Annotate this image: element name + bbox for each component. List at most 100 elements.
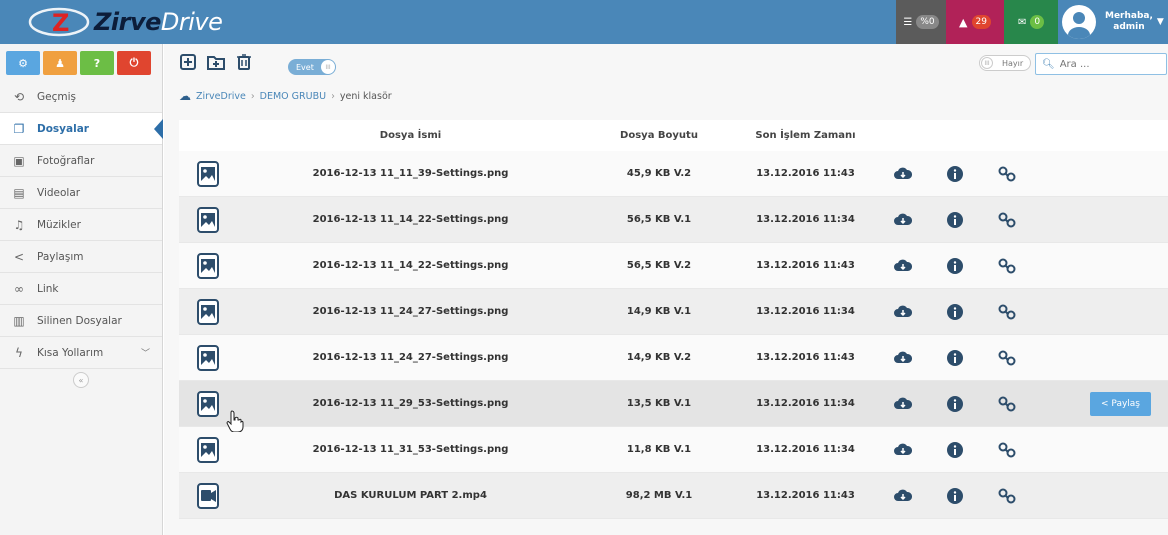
download-button[interactable]: [877, 212, 929, 228]
user-greeting: Merhaba, admin: [1105, 11, 1153, 32]
download-button[interactable]: [877, 304, 929, 320]
sidebar-item-trash[interactable]: ▥ Silinen Dosyalar: [0, 305, 162, 337]
link-button[interactable]: [981, 488, 1033, 504]
messages-badge: 0: [1030, 15, 1045, 29]
avatar: [1062, 5, 1096, 39]
user-menu[interactable]: Merhaba, admin ▼: [1062, 0, 1164, 44]
table-row[interactable]: 2016-12-13 11_31_53-Settings.png 11,8 KB …: [179, 427, 1168, 473]
new-file-icon: [180, 54, 196, 70]
file-size: 56,5 KB V.1: [626, 214, 692, 225]
file-name[interactable]: 2016-12-13 11_14_22-Settings.png: [237, 260, 584, 271]
download-button[interactable]: [877, 166, 929, 182]
link-button[interactable]: [981, 304, 1033, 320]
toggle-knob: III: [981, 57, 993, 69]
notifications-badge: 29: [971, 15, 991, 29]
sidebar-item-files[interactable]: ❐ Dosyalar: [0, 113, 163, 145]
search-box[interactable]: 🔍︎: [1035, 53, 1167, 75]
sidebar-item-music[interactable]: ♫ Müzikler: [0, 209, 162, 241]
file-name[interactable]: 2016-12-13 11_14_22-Settings.png: [237, 214, 584, 225]
storage-indicator[interactable]: ☰ %0: [896, 0, 946, 44]
table-row[interactable]: DAS KURULUM PART 2.mp4 98,2 MB V.1 13.12.2…: [179, 473, 1168, 519]
link-button[interactable]: [981, 212, 1033, 228]
info-button[interactable]: [929, 257, 981, 274]
sidebar-item-videos[interactable]: ▤ Videolar: [0, 177, 162, 209]
info-icon: [947, 395, 963, 412]
info-button[interactable]: [929, 395, 981, 412]
messages-button[interactable]: ✉ 0: [1004, 0, 1058, 44]
file-name[interactable]: 2016-12-13 11_31_53-Settings.png: [237, 444, 584, 455]
sidebar-item-shortcut[interactable]: ϟ Kısa Yollarım ﹀: [0, 337, 162, 369]
link-button[interactable]: [981, 166, 1033, 182]
breadcrumb-group[interactable]: DEMO GRUBU: [260, 91, 326, 102]
table-row[interactable]: 2016-12-13 11_29_53-Settings.png 13,5 KB …: [179, 381, 1168, 427]
profile-button[interactable]: ♟: [43, 51, 77, 75]
help-icon: ?: [93, 56, 101, 70]
table-row[interactable]: 2016-12-13 11_14_22-Settings.png 56,5 KB …: [179, 243, 1168, 289]
link-button[interactable]: [981, 396, 1033, 412]
header-name[interactable]: Dosya İsmi: [237, 130, 584, 141]
svg-text:Z: Z: [52, 9, 69, 37]
download-button[interactable]: [877, 258, 929, 274]
sidebar-item-label: Müzikler: [37, 218, 81, 231]
link-button[interactable]: [981, 442, 1033, 458]
file-name[interactable]: 2016-12-13 11_24_27-Settings.png: [237, 306, 584, 317]
file-name[interactable]: 2016-12-13 11_24_27-Settings.png: [237, 352, 584, 363]
top-header: Z ZirveDrive ☰ %0 ▲ 29 ✉ 0 Merhaba, admi…: [0, 0, 1168, 44]
sidebar-item-share[interactable]: < Paylaşım: [0, 241, 162, 273]
info-button[interactable]: [929, 211, 981, 228]
logout-button[interactable]: ⏻: [117, 51, 151, 75]
new-file-button[interactable]: [179, 53, 197, 71]
file-table: Dosya İsmi Dosya Boyutu Son İşlem Zamanı…: [179, 120, 1168, 519]
link-icon: [998, 304, 1016, 319]
envelope-icon: ✉: [1017, 16, 1027, 28]
link-button[interactable]: [981, 258, 1033, 274]
sidebar-collapse[interactable]: «: [0, 369, 162, 391]
image-file-icon: [197, 252, 219, 279]
file-name[interactable]: DAS KURULUM PART 2.mp4: [237, 490, 584, 501]
download-button[interactable]: [877, 488, 929, 504]
sidebar-quick-buttons: ⚙ ♟ ? ⏻: [0, 44, 162, 81]
info-icon: [947, 441, 963, 458]
download-button[interactable]: [877, 442, 929, 458]
search-input[interactable]: [1059, 58, 1160, 70]
file-name[interactable]: 2016-12-13 11_29_53-Settings.png: [237, 398, 584, 409]
info-button[interactable]: [929, 303, 981, 320]
sidebar-item-link[interactable]: ∞ Link: [0, 273, 162, 305]
file-name[interactable]: 2016-12-13 11_11_39-Settings.png: [237, 168, 584, 179]
table-row[interactable]: 2016-12-13 11_14_22-Settings.png 56,5 KB …: [179, 197, 1168, 243]
info-button[interactable]: [929, 349, 981, 366]
cloud-download-icon: [894, 213, 912, 225]
new-folder-button[interactable]: [207, 53, 225, 71]
cloud-download-icon: [894, 351, 912, 363]
breadcrumb-root[interactable]: ZirveDrive: [196, 91, 246, 102]
sidebar-item-label: Kısa Yollarım: [37, 346, 104, 359]
toggle-hayir[interactable]: III Hayır: [979, 55, 1031, 71]
settings-button[interactable]: ⚙: [6, 51, 40, 75]
sidebar-item-photos[interactable]: ▣ Fotoğraflar: [0, 145, 162, 177]
sidebar: ⚙ ♟ ? ⏻ ⟲ Geçmiş ❐ Dosyalar ▣ Fotoğraflar ▤ Vid…: [0, 44, 163, 535]
table-row[interactable]: 2016-12-13 11_24_27-Settings.png 14,9 KB …: [179, 335, 1168, 381]
help-button[interactable]: ?: [80, 51, 114, 75]
header-date[interactable]: Son İşlem Zamanı: [734, 130, 877, 141]
app-logo[interactable]: Z ZirveDrive: [28, 4, 223, 40]
link-button[interactable]: [981, 350, 1033, 366]
share-button[interactable]: < Paylaş: [1090, 391, 1151, 416]
shortcut-icon: ϟ: [15, 345, 23, 360]
sidebar-item-history[interactable]: ⟲ Geçmiş: [0, 81, 162, 113]
table-row[interactable]: 2016-12-13 11_24_27-Settings.png 14,9 KB …: [179, 289, 1168, 335]
table-row[interactable]: 2016-12-13 11_11_39-Settings.png 45,9 KB …: [179, 151, 1168, 197]
user-icon: ♟: [55, 56, 65, 70]
info-button[interactable]: [929, 441, 981, 458]
image-file-icon: [197, 298, 219, 325]
image-file-icon: [197, 390, 219, 417]
notifications-button[interactable]: ▲ 29: [946, 0, 1004, 44]
toggle-evet[interactable]: Evet III: [288, 59, 336, 75]
delete-button[interactable]: [235, 53, 253, 71]
info-button[interactable]: [929, 165, 981, 182]
info-button[interactable]: [929, 487, 981, 504]
download-button[interactable]: [877, 396, 929, 412]
toggle-knob: III: [321, 60, 335, 74]
storage-badge: %0: [916, 15, 939, 29]
download-button[interactable]: [877, 350, 929, 366]
header-size[interactable]: Dosya Boyutu: [584, 130, 734, 141]
